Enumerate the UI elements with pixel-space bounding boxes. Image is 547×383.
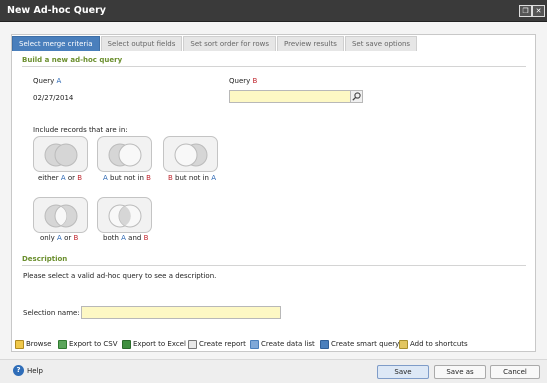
venn-a-not-b[interactable]: [97, 136, 152, 172]
include-label: Include records that are in:: [33, 126, 128, 134]
selection-name-label: Selection name:: [23, 309, 80, 317]
action-bar: Browse Export to CSV Export to Excel Cre…: [0, 338, 547, 352]
venn-only-a-or-b[interactable]: [33, 197, 88, 233]
query-b-search-button[interactable]: [350, 90, 363, 103]
venn-either-a-or-b[interactable]: [33, 136, 88, 172]
data-list-icon: [250, 339, 259, 349]
window-title: New Ad-hoc Query: [7, 5, 106, 16]
description-heading: Description: [22, 255, 68, 263]
save-button[interactable]: Save: [377, 365, 429, 379]
venn-a-not-b-label: A but not in B: [103, 174, 151, 182]
tab-select-merge-criteria[interactable]: Select merge criteria: [12, 36, 100, 51]
tab-bar: Select merge criteria Select output fiel…: [12, 36, 418, 51]
selection-name-input[interactable]: [81, 306, 281, 319]
smart-query-icon: [320, 339, 329, 349]
excel-icon: [122, 339, 131, 349]
venn-either-label: either A or B: [38, 174, 83, 182]
venn-either-icon: [44, 143, 78, 167]
browse-button[interactable]: Browse: [15, 338, 52, 350]
create-smart-query-button[interactable]: Create smart query: [320, 338, 399, 350]
venn-only-label: only A or B: [40, 234, 79, 242]
venn-a-not-b-icon: [108, 143, 142, 167]
tab-set-sort-order[interactable]: Set sort order for rows: [183, 36, 277, 51]
search-icon: [352, 92, 361, 101]
save-as-button[interactable]: Save as: [434, 365, 486, 379]
venn-b-not-a[interactable]: [163, 136, 218, 172]
footer: ? Help Save Save as Cancel: [0, 359, 547, 383]
tab-select-output-fields[interactable]: Select output fields: [100, 36, 183, 51]
export-csv-button[interactable]: Export to CSV: [58, 338, 118, 350]
query-b-label: Query B: [229, 77, 258, 85]
report-icon: [188, 339, 197, 349]
query-a-label: Query A: [33, 77, 62, 85]
help-link[interactable]: Help: [27, 367, 43, 375]
close-icon[interactable]: ✕: [532, 5, 545, 17]
build-heading: Build a new ad-hoc query: [22, 56, 123, 64]
cancel-button[interactable]: Cancel: [490, 365, 540, 379]
tab-set-save-options[interactable]: Set save options: [344, 36, 418, 51]
maximize-icon[interactable]: ❐: [519, 5, 532, 17]
tab-preview-results[interactable]: Preview results: [277, 36, 344, 51]
add-to-shortcuts-button[interactable]: Add to shortcuts: [399, 338, 468, 350]
venn-both-label: both A and B: [103, 234, 149, 242]
help-icon[interactable]: ?: [13, 365, 24, 376]
title-bar: New Ad-hoc Query ❐ ✕: [0, 0, 547, 22]
create-report-button[interactable]: Create report: [188, 338, 246, 350]
venn-b-not-a-label: B but not in A: [168, 174, 216, 182]
divider: [22, 66, 526, 67]
export-excel-button[interactable]: Export to Excel: [122, 338, 186, 350]
create-data-list-button[interactable]: Create data list: [250, 338, 315, 350]
dialog-body: Select merge criteria Select output fiel…: [0, 22, 547, 383]
shortcut-icon: [399, 339, 408, 349]
venn-b-not-a-icon: [174, 143, 208, 167]
venn-both-icon: [108, 204, 142, 228]
csv-icon: [58, 339, 67, 349]
divider: [22, 265, 526, 266]
venn-only-icon: [44, 204, 78, 228]
query-b-input[interactable]: [229, 90, 352, 103]
query-a-value: 02/27/2014: [33, 94, 74, 102]
description-text: Please select a valid ad-hoc query to se…: [23, 272, 217, 280]
venn-both-a-and-b[interactable]: [97, 197, 152, 233]
content-panel: [11, 34, 536, 352]
browse-icon: [15, 339, 24, 349]
